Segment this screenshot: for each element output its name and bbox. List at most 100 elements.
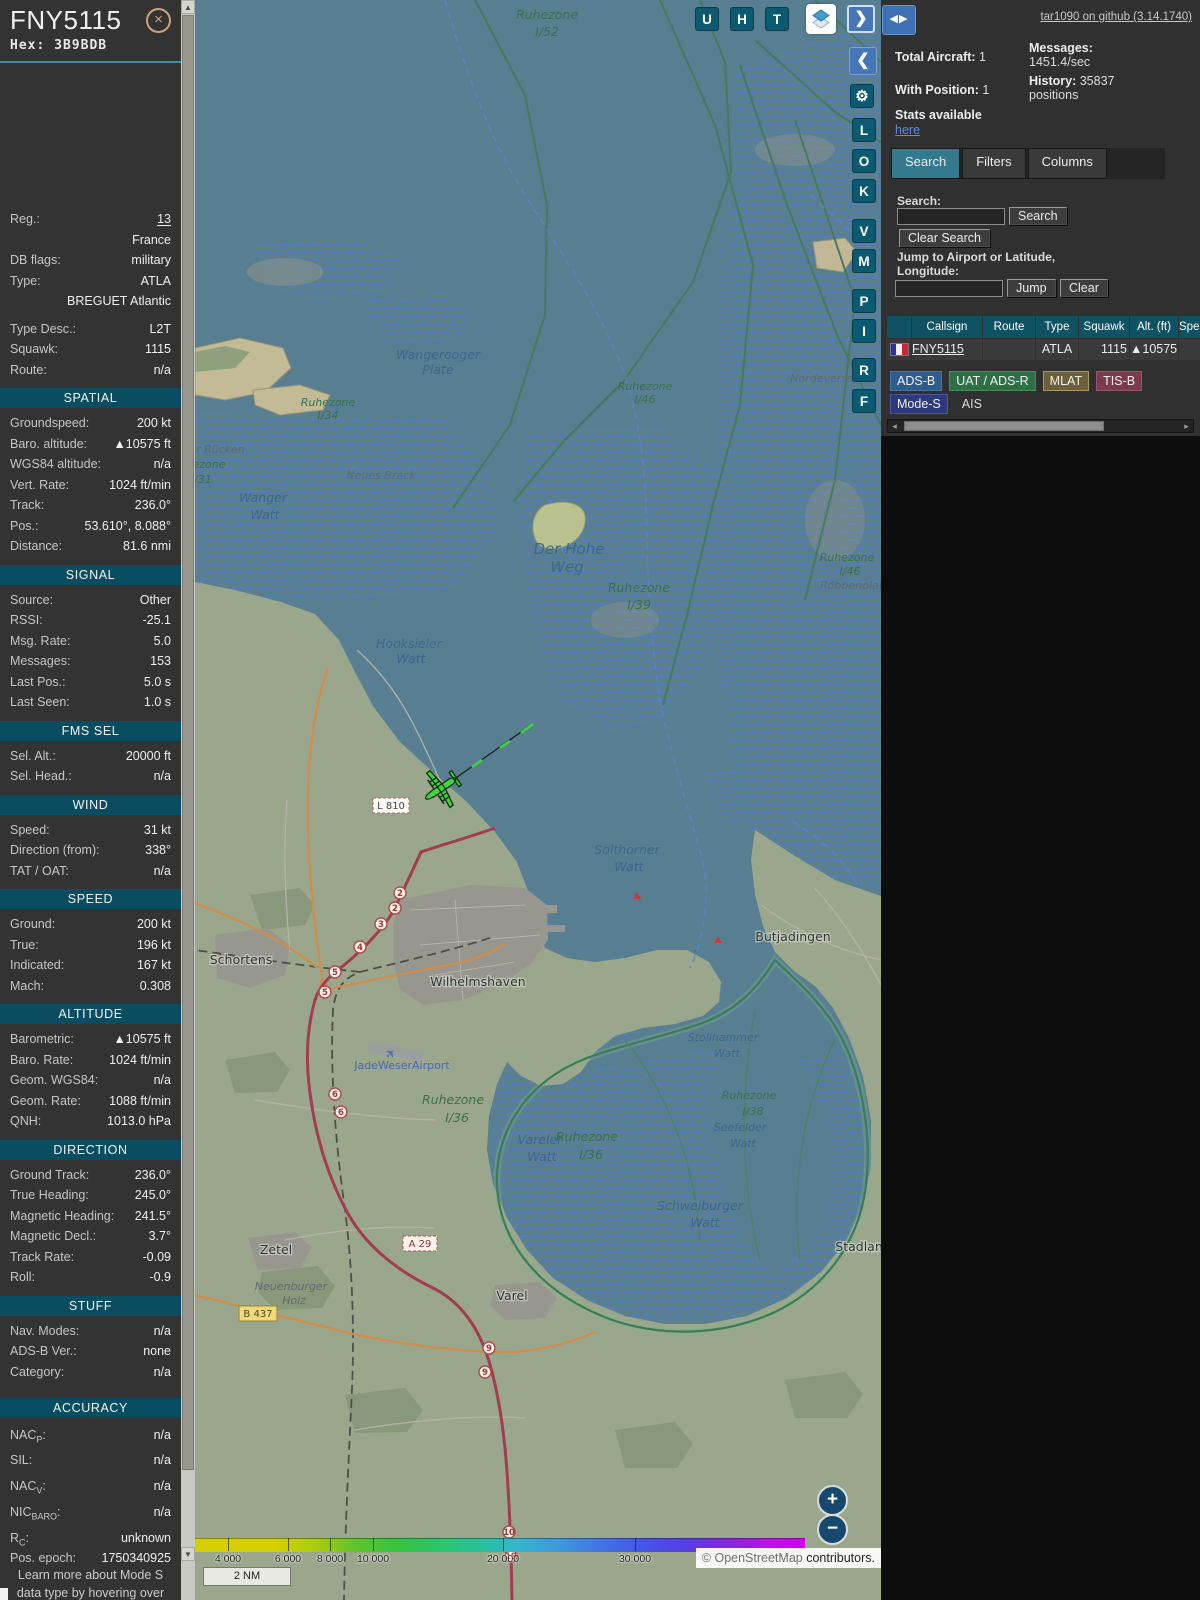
data-row: Source: Other — [0, 590, 181, 611]
map-canvas[interactable]: ✈ RuhezoneI/52WangeroogerPlateRuhezoneI/… — [195, 0, 881, 1600]
map-button-r[interactable]: R — [852, 358, 876, 382]
section-header-accuracy: ACCURACY — [0, 1398, 181, 1418]
colorbar-label: 6 000 — [275, 1553, 301, 1565]
jump-input[interactable] — [895, 280, 1003, 297]
data-row: Sel. Head.: n/a — [0, 766, 181, 787]
map-label: Watt — [250, 507, 280, 522]
data-row: Track: 236.0° — [0, 495, 181, 516]
table-row[interactable]: FNY5115 ATLA 1115 ▲10575 — [887, 339, 1200, 360]
scrollbar-thumb[interactable] — [182, 15, 194, 1470]
scroll-down-icon[interactable]: ▼ — [181, 1547, 195, 1561]
colorbar-tick — [503, 1538, 504, 1551]
source-legend-row1: ADS-BUAT / ADS-RMLATTIS-B — [890, 371, 1149, 391]
section-header-fms-sel: FMS SEL — [0, 721, 181, 741]
squawk-cell: 1115 — [1079, 339, 1129, 360]
svg-text:5: 5 — [322, 988, 328, 998]
data-row: Category: n/a — [0, 1362, 181, 1383]
data-row: Speed: 31 kt — [0, 820, 181, 841]
map-button-f[interactable]: F — [852, 389, 876, 413]
svg-text:9: 9 — [486, 1344, 492, 1354]
road-shield: L 810 — [373, 798, 409, 813]
sidebar-expand-button[interactable]: ❯ — [847, 5, 875, 33]
jump-clear-button[interactable]: Clear — [1060, 279, 1108, 297]
svg-text:6: 6 — [338, 1108, 344, 1118]
tab-search[interactable]: Search — [891, 148, 960, 179]
github-link[interactable]: tar1090 on github (3.14.1740) — [1040, 11, 1192, 23]
hscrollbar-thumb[interactable] — [904, 421, 1104, 431]
data-row: NACP: n/a — [0, 1423, 181, 1449]
map-button-h[interactable]: H — [730, 7, 754, 31]
scroll-left-icon[interactable]: ◂ — [888, 420, 901, 432]
search-button[interactable]: Search — [1009, 207, 1067, 225]
column-route[interactable]: Route — [983, 316, 1035, 338]
osm-link[interactable]: © OpenStreetMap — [702, 1551, 803, 1565]
colorbar-tick — [635, 1538, 636, 1551]
close-icon[interactable]: × — [146, 8, 171, 33]
tab-columns[interactable]: Columns — [1028, 148, 1107, 179]
column-squawk[interactable]: Squawk — [1079, 316, 1129, 338]
data-row: TAT / OAT: n/a — [0, 861, 181, 882]
data-row: Nav. Modes: n/a — [0, 1321, 181, 1342]
search-input[interactable] — [897, 208, 1005, 225]
sidebar-collapse-button[interactable]: ❮ — [849, 47, 877, 75]
panel-toggle-icon[interactable]: ◀▶ — [882, 5, 916, 35]
column-flag[interactable] — [887, 316, 911, 338]
jump-label-line2: Longitude: — [897, 264, 959, 278]
section-header-signal: SIGNAL — [0, 565, 181, 585]
data-row: Messages: 153 — [0, 651, 181, 672]
data-row: DB flags: military — [0, 250, 181, 271]
map-label: Ruhezone — [608, 580, 670, 595]
map-button-t[interactable]: T — [765, 7, 789, 31]
map-button-p[interactable]: P — [852, 289, 876, 313]
zoom-in-button[interactable]: + — [817, 1485, 848, 1516]
map-label: Plate — [422, 362, 454, 377]
column-callsign[interactable]: Callsign — [912, 316, 982, 338]
column-speed[interactable]: Speed — [1179, 316, 1200, 338]
section-spatial: Groundspeed: 200 kt Baro. altitude: ▲105… — [0, 413, 181, 557]
layers-button[interactable] — [806, 4, 836, 34]
map-label: Solthorner — [594, 842, 660, 857]
sidebar-scrollbar[interactable]: ▲ ▼ — [181, 0, 195, 1600]
section-header-altitude: ALTITUDE — [0, 1004, 181, 1024]
map-label: I/34 — [318, 409, 339, 422]
data-row: Baro. altitude: ▲10575 ft — [0, 434, 181, 455]
map-label: Wilhelmshaven — [430, 974, 525, 989]
zoom-out-button[interactable]: − — [817, 1514, 848, 1545]
stats-here-link[interactable]: here — [895, 123, 920, 137]
colorbar-label: 10 000 — [357, 1553, 389, 1565]
scroll-up-icon[interactable]: ▲ — [181, 0, 195, 14]
map-button-o[interactable]: O — [852, 149, 876, 173]
data-row: Reg.: 13 — [0, 209, 181, 230]
map-button-k[interactable]: K — [852, 179, 876, 203]
map-button-v[interactable]: V — [852, 219, 876, 243]
scroll-right-icon[interactable]: ▸ — [1180, 420, 1193, 432]
colorbar-tick — [288, 1538, 289, 1551]
column-alt[interactable]: Alt. (ft) — [1130, 316, 1178, 338]
column-type[interactable]: Type — [1036, 316, 1078, 338]
data-row: Magnetic Decl.: 3.7° — [0, 1226, 181, 1247]
jump-button[interactable]: Jump — [1007, 279, 1056, 297]
section-fms-sel: Sel. Alt.: 20000 ft Sel. Head.: n/a — [0, 746, 181, 787]
map-label: Stadland — [835, 1239, 881, 1254]
table-horizontal-scrollbar[interactable]: ◂ ▸ — [887, 419, 1194, 433]
data-row: Sel. Alt.: 20000 ft — [0, 746, 181, 767]
map-drawing: ✈ RuhezoneI/52WangeroogerPlateRuhezoneI/… — [195, 0, 881, 1600]
map-button-i[interactable]: I — [852, 319, 876, 343]
callsign-cell[interactable]: FNY5115 — [912, 339, 982, 360]
map-label: JadeWeserAirport — [353, 1059, 450, 1072]
badge-adsb: ADS-B — [890, 371, 942, 391]
data-row: Pos.: 53.610°, 8.088° — [0, 516, 181, 537]
jump-label-line1: Jump to Airport or Latitude, — [897, 250, 1055, 264]
data-row: Track Rate: -0.09 — [0, 1247, 181, 1268]
colorbar-label: 4 000 — [215, 1553, 241, 1565]
section-header-speed: SPEED — [0, 889, 181, 909]
data-row: QNH: 1013.0 hPa — [0, 1111, 181, 1132]
motorway-exit-number: 2 — [394, 887, 406, 899]
clear-search-button[interactable]: Clear Search — [899, 229, 990, 247]
settings-gear-icon[interactable]: ⚙ — [850, 84, 874, 108]
data-row: WGS84 altitude: n/a — [0, 454, 181, 475]
tab-filters[interactable]: Filters — [962, 148, 1025, 179]
map-button-m[interactable]: M — [852, 249, 876, 273]
map-button-u[interactable]: U — [695, 7, 719, 31]
map-button-l[interactable]: L — [852, 118, 876, 142]
